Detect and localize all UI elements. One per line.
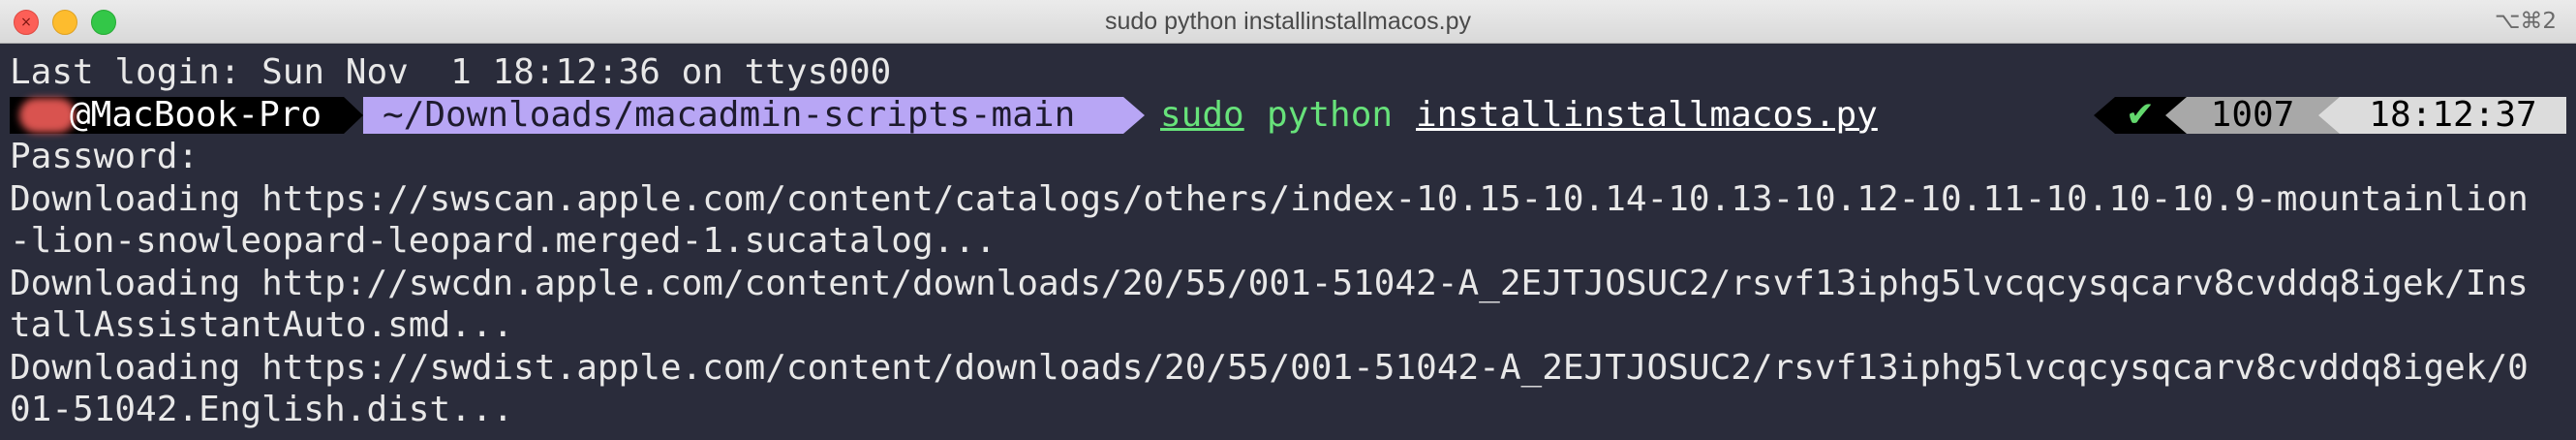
output-line: tallAssistantAuto.smd... (10, 305, 514, 345)
prompt-line: @MacBook-Pro ~/Downloads/macadmin-script… (10, 94, 2566, 137)
prompt-host: @MacBook-Pro (70, 94, 322, 135)
title-bar: × sudo python installinstallmacos.py ⌥⌘2 (0, 0, 2576, 44)
window-shortcut: ⌥⌘2 (2494, 9, 2557, 34)
checkmark-icon: ✔ (2115, 96, 2165, 134)
prompt-path: ~/Downloads/macadmin-scripts-main (363, 96, 1123, 134)
output-line: Downloading https://swscan.apple.com/con… (10, 178, 2529, 219)
output-line: Password: (10, 136, 2566, 178)
right-prompt: ✔ 1007 18:12:37 (2094, 96, 2566, 134)
right-prompt-arrow (2165, 96, 2187, 134)
window-title: sudo python installinstallmacos.py (1105, 8, 1471, 35)
output-line: Downloading http://swcdn.apple.com/conte… (10, 263, 2529, 303)
prompt-host-segment: @MacBook-Pro (10, 94, 344, 135)
terminal-window: × sudo python installinstallmacos.py ⌥⌘2… (0, 0, 2576, 440)
redacted-username (19, 97, 76, 133)
right-prompt-arrow (2318, 96, 2340, 134)
prompt-separator-arrow (1123, 96, 1145, 134)
terminal-content[interactable]: Last login: Sun Nov 1 18:12:36 on ttys00… (10, 51, 2566, 431)
prompt-separator-arrow (344, 96, 363, 134)
history-number: 1007 (2187, 96, 2318, 134)
right-prompt-arrow (2094, 96, 2115, 134)
command-sudo: sudo (1160, 94, 1244, 135)
command-file-argument: installinstallmacos.py (1416, 94, 1878, 135)
command-python: python (1267, 94, 1394, 135)
output-line: 01-51042.English.dist... (10, 390, 514, 429)
last-login-line: Last login: Sun Nov 1 18:12:36 on ttys00… (10, 52, 892, 92)
prompt-time: 18:12:37 (2340, 96, 2566, 134)
output-line: -lion-snowleopard-leopard.merged-1.sucat… (10, 221, 997, 261)
output-line: Downloading https://swdist.apple.com/con… (10, 347, 2529, 388)
